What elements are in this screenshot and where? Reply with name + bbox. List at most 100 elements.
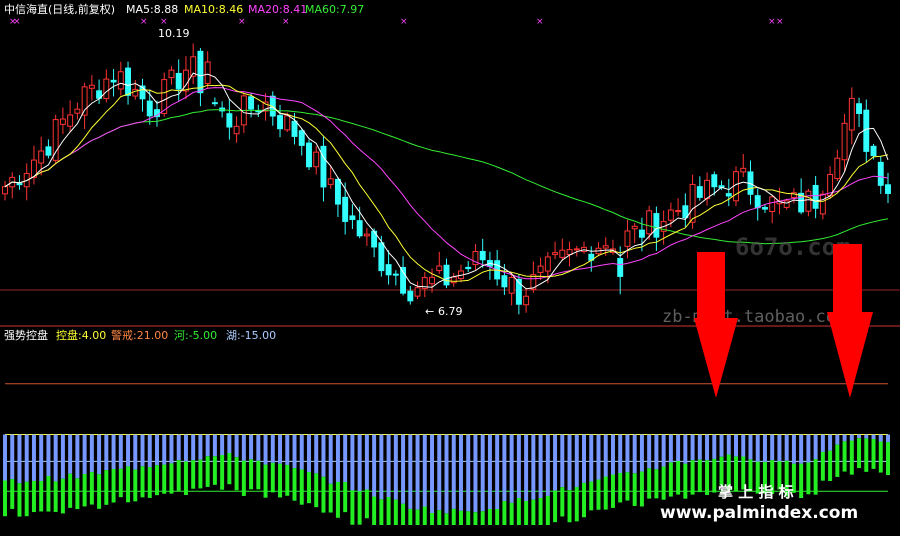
indicator-bar-green [502,501,507,525]
indicator-bar-green [842,441,847,472]
chart-canvas: ×× × × × × × × × × 中信海直(日线,前复权) MA5:8.88 MA10:8.… [0,2,900,525]
candle-down [110,79,117,83]
indicator-bar-blue [480,434,485,512]
indicator-bar-blue [169,434,174,464]
indicator-bar-blue [719,434,724,457]
candle-down [392,273,399,276]
indicator-bar-green [328,483,333,513]
indicator-bar-blue [263,434,268,465]
indicator-bar-green [625,472,630,501]
candle-down [277,115,283,130]
indicator-bar-blue [487,434,492,510]
signal-x-mark: × [140,17,148,27]
indicator-bar-blue [835,434,840,445]
candle-down [342,196,349,222]
indicator-bar-green [212,456,217,485]
indicator-bar-green [668,462,673,497]
candle-up [168,69,175,79]
indicator-bar-blue [668,434,673,463]
indicator-bar-green [140,466,145,498]
candle-up [552,252,559,255]
candle-up [740,167,747,173]
indicator-bar-blue [75,434,80,479]
indicator-bar-blue [335,434,340,482]
indicator-bar-green [46,475,51,512]
indicator-bar-green [596,479,601,510]
candle-up [689,183,696,223]
indicator-bar-green [357,491,362,525]
indicator-bar-blue [212,434,217,457]
indicator-bar-green [256,460,261,490]
indicator-bar-green [835,444,840,477]
candle-up [313,151,320,168]
candle-down [443,264,450,286]
indicator-bar-blue [10,434,15,480]
indicator-bar-green [690,460,695,495]
indicator-bar-blue [234,434,239,458]
signal-x-mark: × [536,17,544,27]
indicator-bar-green [126,466,131,503]
ma5-label: MA5:8.88 [126,3,178,16]
candle-down [870,145,877,157]
signal-x-mark: × [13,17,21,27]
candle-down [175,72,182,90]
indicator-bar-green [292,468,297,501]
candle-down [334,178,341,205]
indicator-bar-green [176,460,181,491]
indicator-bar-green [241,460,246,496]
indicator-bar-green [39,480,44,512]
indicator-bar-green [437,510,442,525]
indicator-bar-blue [314,434,319,474]
indicator-bar-blue [784,434,789,461]
indicator-bar-green [719,456,724,486]
red-arrow-right [827,244,873,398]
candle-up [834,157,841,179]
indicator-bar-green [68,473,73,508]
indicator-bar-blue [589,434,594,482]
indicator-bar-blue [147,434,152,468]
candle-up [573,248,580,251]
ma60-label: MA60:7.97 [305,3,364,16]
candle-up [117,71,124,90]
signal-x-mark: × [400,17,408,27]
indicator-bar-blue [321,434,326,477]
indicator-bar-blue [278,434,283,464]
high-price-label: 10.19 [158,27,190,40]
indicator-bar-green [466,511,471,525]
indicator-bar-green [676,461,681,495]
indicator-bar-blue [770,434,775,461]
indicator-bar-blue [24,434,29,482]
indicator-bar-green [60,478,65,514]
indicator-bar-blue [292,434,297,469]
indicator-bar-blue [89,434,94,473]
indicator-bar-green [589,481,594,511]
indicator-bar-blue [386,434,391,498]
indicator-bar-blue [516,434,521,498]
indicator-bar-blue [133,434,138,470]
candle-down [812,184,819,209]
indicator-bar-blue [46,434,51,476]
candle-up [769,196,776,212]
candle-up [103,78,110,100]
watermark-bottom-url: www.palmindex.com [660,503,858,523]
candle-down [885,184,891,194]
indicator-bar-blue [596,434,601,480]
indicator-bar-green [372,496,377,525]
indicator-bar-green [321,476,326,513]
candle-down [349,215,356,220]
indicator-bar-green [647,468,652,499]
signal-x-mark: × [282,17,290,27]
indicator-bar-blue [155,434,159,466]
indicator-bar-blue [842,434,847,442]
indicator-bar-blue [364,434,369,490]
indicator-bar-blue [422,434,427,507]
indicator-bar-blue [285,434,290,465]
indicator-bar-blue [220,434,225,456]
indicator-bar-green [75,478,80,510]
candle-up [602,245,609,249]
indicator-bar-blue [857,434,862,439]
candle-up [675,210,682,213]
indicator-bar-green [480,511,485,525]
indicator-bar-green [878,441,883,473]
candle-up [414,287,421,297]
